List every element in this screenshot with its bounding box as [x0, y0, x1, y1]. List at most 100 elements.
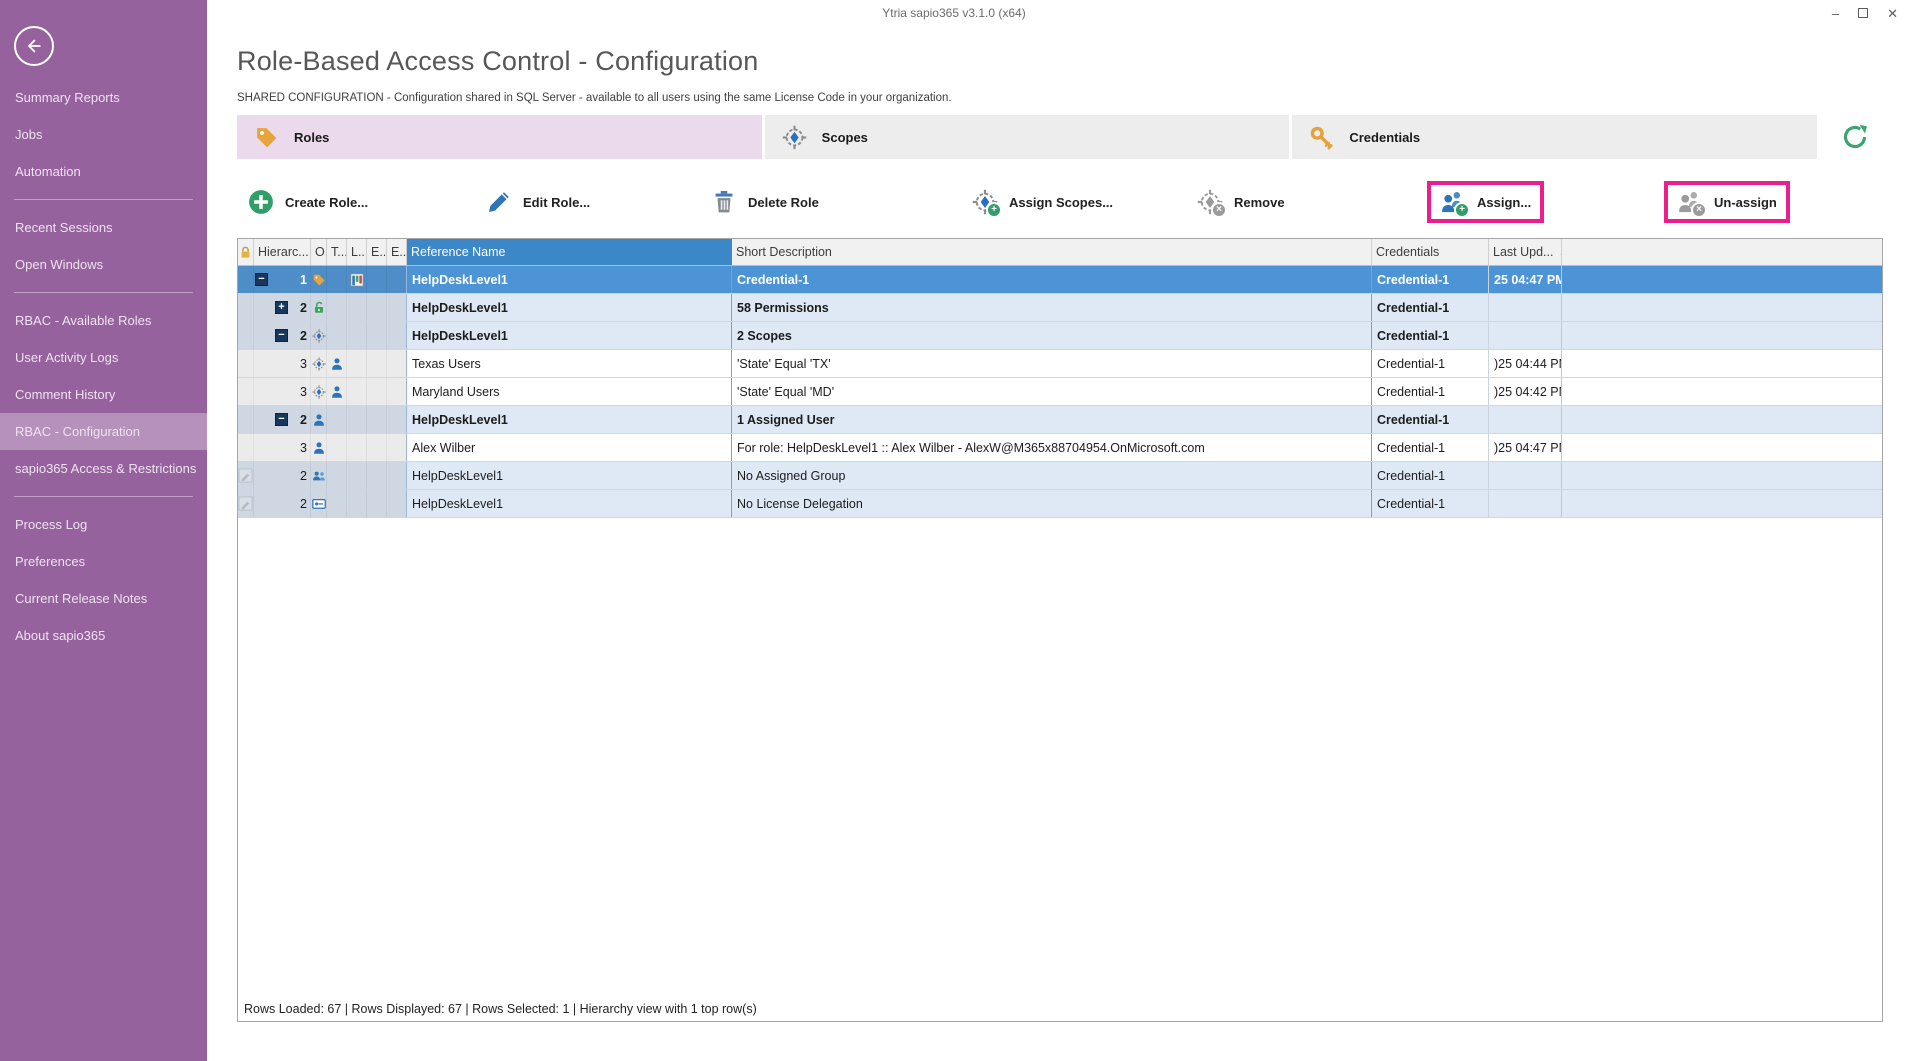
- sidebar-item-automation[interactable]: Automation: [0, 153, 207, 190]
- table-row[interactable]: −2HelpDeskLevel11 Assigned UserCredentia…: [238, 406, 1882, 434]
- hierarchy-level: 3: [300, 357, 307, 371]
- table-row[interactable]: 3Alex WilberFor role: HelpDeskLevel1 :: …: [238, 434, 1882, 462]
- cell-e2: [387, 406, 407, 433]
- sidebar-item-recent-sessions[interactable]: Recent Sessions: [0, 209, 207, 246]
- column-header-o[interactable]: O...: [311, 239, 327, 265]
- cell-reference-name: Texas Users: [407, 350, 732, 377]
- hierarchy-level: 2: [300, 329, 307, 343]
- cell-last-updated: )25 04:44 PM: [1489, 350, 1562, 377]
- sidebar-item-process-log[interactable]: Process Log: [0, 506, 207, 543]
- sidebar-item-preferences[interactable]: Preferences: [0, 543, 207, 580]
- table-row[interactable]: −2 HelpDeskLevel12 ScopesCredential-1: [238, 322, 1882, 350]
- hierarchy-level: 2: [300, 413, 307, 427]
- column-header-e2[interactable]: E...: [387, 239, 407, 265]
- table-row[interactable]: 2HelpDeskLevel1No License DelegationCred…: [238, 490, 1882, 518]
- collapse-button[interactable]: −: [275, 413, 288, 426]
- collapse-button[interactable]: −: [255, 273, 268, 286]
- cell-lock: [238, 378, 254, 405]
- cell-reference-name: Alex Wilber: [407, 434, 732, 461]
- maximize-button[interactable]: [1858, 8, 1868, 18]
- cell-last-updated: [1489, 462, 1562, 489]
- tab-label: Roles: [294, 130, 329, 145]
- sidebar-item-rbac-available-roles[interactable]: RBAC - Available Roles: [0, 302, 207, 339]
- cell-credentials: Credential-1: [1372, 322, 1489, 349]
- collapse-button[interactable]: −: [275, 329, 288, 342]
- sidebar-item-comment-history[interactable]: Comment History: [0, 376, 207, 413]
- edit-role-button[interactable]: Edit Role...: [473, 181, 603, 223]
- cell-e2: [387, 434, 407, 461]
- edit-faded-icon: [238, 462, 254, 489]
- assign-scopes-button[interactable]: +Assign Scopes...: [959, 181, 1126, 223]
- sidebar-divider: [14, 199, 193, 200]
- back-button[interactable]: [14, 26, 54, 66]
- tag-icon: [311, 266, 327, 293]
- cell-last-updated: )25 04:47 PM: [1489, 434, 1562, 461]
- people-plus-icon: +: [1440, 189, 1466, 215]
- tab-roles[interactable]: Roles: [237, 115, 762, 159]
- remove-button[interactable]: ×Remove: [1184, 181, 1298, 223]
- table-row[interactable]: 2HelpDeskLevel1No Assigned GroupCredenti…: [238, 462, 1882, 490]
- column-header-t[interactable]: T...: [327, 239, 347, 265]
- lock-column-header[interactable]: [238, 239, 254, 265]
- sidebar: Summary ReportsJobsAutomation Recent Sess…: [0, 0, 207, 1061]
- cell-lock: [238, 294, 254, 321]
- expand-button[interactable]: +: [275, 301, 288, 314]
- cell-credentials: Credential-1: [1372, 462, 1489, 489]
- sidebar-item-user-activity-logs[interactable]: User Activity Logs: [0, 339, 207, 376]
- toolbar-button-label: Create Role...: [285, 195, 368, 210]
- cell-short-description: 'State' Equal 'TX': [732, 350, 1372, 377]
- column-header-hierarchy[interactable]: Hierarc...: [254, 239, 311, 265]
- cell-hierarchy: 2: [254, 462, 311, 489]
- cell-e2: [387, 294, 407, 321]
- refresh-icon[interactable]: [1840, 122, 1870, 152]
- license-icon: [311, 490, 327, 517]
- minimize-button[interactable]: –: [1832, 7, 1839, 20]
- sidebar-item-sapio365-access-restrictions[interactable]: sapio365 Access & Restrictions: [0, 450, 207, 487]
- column-header-reference-name[interactable]: Reference Name: [407, 239, 732, 265]
- cell-short-description: 'State' Equal 'MD': [732, 378, 1372, 405]
- cell-reference-name: HelpDeskLevel1: [407, 490, 732, 517]
- pencil-icon: [486, 189, 512, 215]
- sidebar-item-open-windows[interactable]: Open Windows: [0, 246, 207, 283]
- cell-credentials: Credential-1: [1372, 266, 1489, 293]
- sidebar-item-jobs[interactable]: Jobs: [0, 116, 207, 153]
- cell-short-description: No License Delegation: [732, 490, 1372, 517]
- cell-l: [347, 294, 367, 321]
- cell-e2: [387, 378, 407, 405]
- cell-l: [347, 378, 367, 405]
- assign-button[interactable]: +Assign...: [1427, 181, 1544, 223]
- cell-credentials: Credential-1: [1372, 490, 1489, 517]
- column-header-l[interactable]: L...: [347, 239, 367, 265]
- column-header-short-description[interactable]: Short Description: [732, 239, 1372, 265]
- cell-short-description: Credential-1: [732, 266, 1372, 293]
- tab-credentials[interactable]: Credentials: [1292, 115, 1817, 159]
- cell-l: [347, 434, 367, 461]
- status-text: Rows Loaded: 67 | Rows Displayed: 67 | R…: [244, 1002, 757, 1016]
- column-header-credentials[interactable]: Credentials: [1372, 239, 1489, 265]
- table-row[interactable]: −1HelpDeskLevel1Credential-1Credential-1…: [238, 266, 1882, 294]
- table-row[interactable]: 3 Texas Users'State' Equal 'TX'Credentia…: [238, 350, 1882, 378]
- key-icon: [1309, 125, 1334, 150]
- sidebar-item-about-sapio365[interactable]: About sapio365: [0, 617, 207, 654]
- cell-hierarchy: +2: [254, 294, 311, 321]
- column-header-last-updated[interactable]: Last Upd... ▴: [1489, 239, 1562, 265]
- table-row[interactable]: 3 Maryland Users'State' Equal 'MD'Creden…: [238, 378, 1882, 406]
- close-button[interactable]: ✕: [1887, 7, 1898, 20]
- un-assign-button[interactable]: ×Un-assign: [1664, 181, 1790, 223]
- cell-short-description: 1 Assigned User: [732, 406, 1372, 433]
- create-role-button[interactable]: Create Role...: [235, 181, 381, 223]
- table-row[interactable]: +2HelpDeskLevel158 PermissionsCredential…: [238, 294, 1882, 322]
- cell-l: [347, 490, 367, 517]
- tab-scopes[interactable]: Scopes: [765, 115, 1290, 159]
- sidebar-item-current-release-notes[interactable]: Current Release Notes: [0, 580, 207, 617]
- back-button-wrap: [0, 0, 207, 79]
- cell-last-updated: [1489, 406, 1562, 433]
- cell-short-description: 2 Scopes: [732, 322, 1372, 349]
- column-header-e1[interactable]: E...: [367, 239, 387, 265]
- edit-faded-icon: [238, 490, 254, 517]
- delete-role-button[interactable]: Delete Role: [698, 181, 832, 223]
- cell-t: [327, 322, 347, 349]
- sidebar-item-rbac-configuration[interactable]: RBAC - Configuration: [0, 413, 207, 450]
- sidebar-item-summary-reports[interactable]: Summary Reports: [0, 79, 207, 116]
- hierarchy-level: 2: [300, 301, 307, 315]
